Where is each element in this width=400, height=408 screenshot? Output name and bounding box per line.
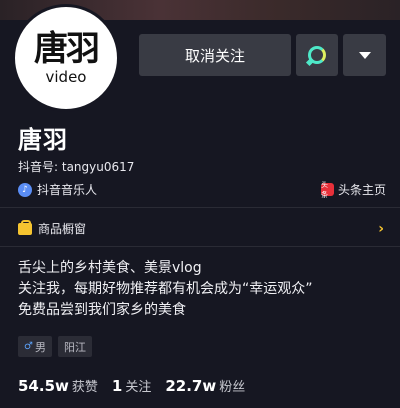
stat-number: 1 <box>111 377 123 395</box>
stat-number: 54.5w <box>18 377 69 395</box>
avatar-logo-sub: video <box>45 68 87 86</box>
unfollow-button[interactable]: 取消关注 <box>139 34 291 76</box>
shop-window-row[interactable]: 商品橱窗 › <box>18 219 384 237</box>
stats-row: 54.5w 获赞 1 关注 22.7w 粉丝 <box>18 376 259 395</box>
male-icon: ♂ <box>24 341 33 352</box>
stat-label: 关注 <box>125 380 152 395</box>
info-chips: ♂ 男 阳江 <box>18 336 98 357</box>
toutiao-link[interactable]: 头条 头条主页 <box>320 181 386 199</box>
music-label: 抖音音乐人 <box>37 183 98 197</box>
bio-line: 关注我，每期好物推荐都有机会成为“幸运观众” <box>18 281 313 297</box>
avatar[interactable]: 唐羽 video <box>12 4 120 112</box>
followers-stat[interactable]: 22.7w 粉丝 <box>165 376 245 395</box>
gender-chip: ♂ 男 <box>18 336 52 357</box>
following-stat[interactable]: 1 关注 <box>112 376 151 395</box>
chat-bubble-icon <box>308 46 326 64</box>
divider <box>0 246 400 247</box>
location-chip: 阳江 <box>57 336 92 357</box>
douyin-id: 抖音号: tangyu0617 <box>18 160 135 174</box>
chat-button[interactable] <box>296 34 338 76</box>
divider <box>0 207 400 208</box>
shop-label: 商品橱窗 <box>38 222 87 236</box>
chevron-right-icon: › <box>378 220 384 237</box>
bio-line: 免费品尝到我们家乡的美食 <box>18 302 186 318</box>
toutiao-label: 头条主页 <box>337 183 386 197</box>
profile-name: 唐羽 <box>18 126 68 154</box>
avatar-logo-mark: 唐羽 <box>34 29 100 69</box>
stat-number: 22.7w <box>165 377 217 395</box>
stat-label: 获赞 <box>71 380 98 395</box>
stat-label: 粉丝 <box>219 380 246 395</box>
music-tag[interactable]: ♪ 抖音音乐人 <box>18 181 97 198</box>
bio: 舌尖上的乡村美食、美景vlog 关注我，每期好物推荐都有机会成为“幸运观众” 免… <box>18 258 313 321</box>
caret-down-icon <box>358 51 371 59</box>
more-button[interactable] <box>343 34 386 76</box>
bio-line: 舌尖上的乡村美食、美景vlog <box>18 260 202 276</box>
shopping-bag-icon <box>18 219 32 235</box>
unfollow-label: 取消关注 <box>184 46 245 65</box>
gender-label: 男 <box>34 340 46 354</box>
toutiao-icon: 头条 <box>320 181 334 199</box>
likes-stat: 54.5w 获赞 <box>18 376 98 395</box>
location-label: 阳江 <box>63 340 86 354</box>
music-note-icon: ♪ <box>18 182 32 197</box>
